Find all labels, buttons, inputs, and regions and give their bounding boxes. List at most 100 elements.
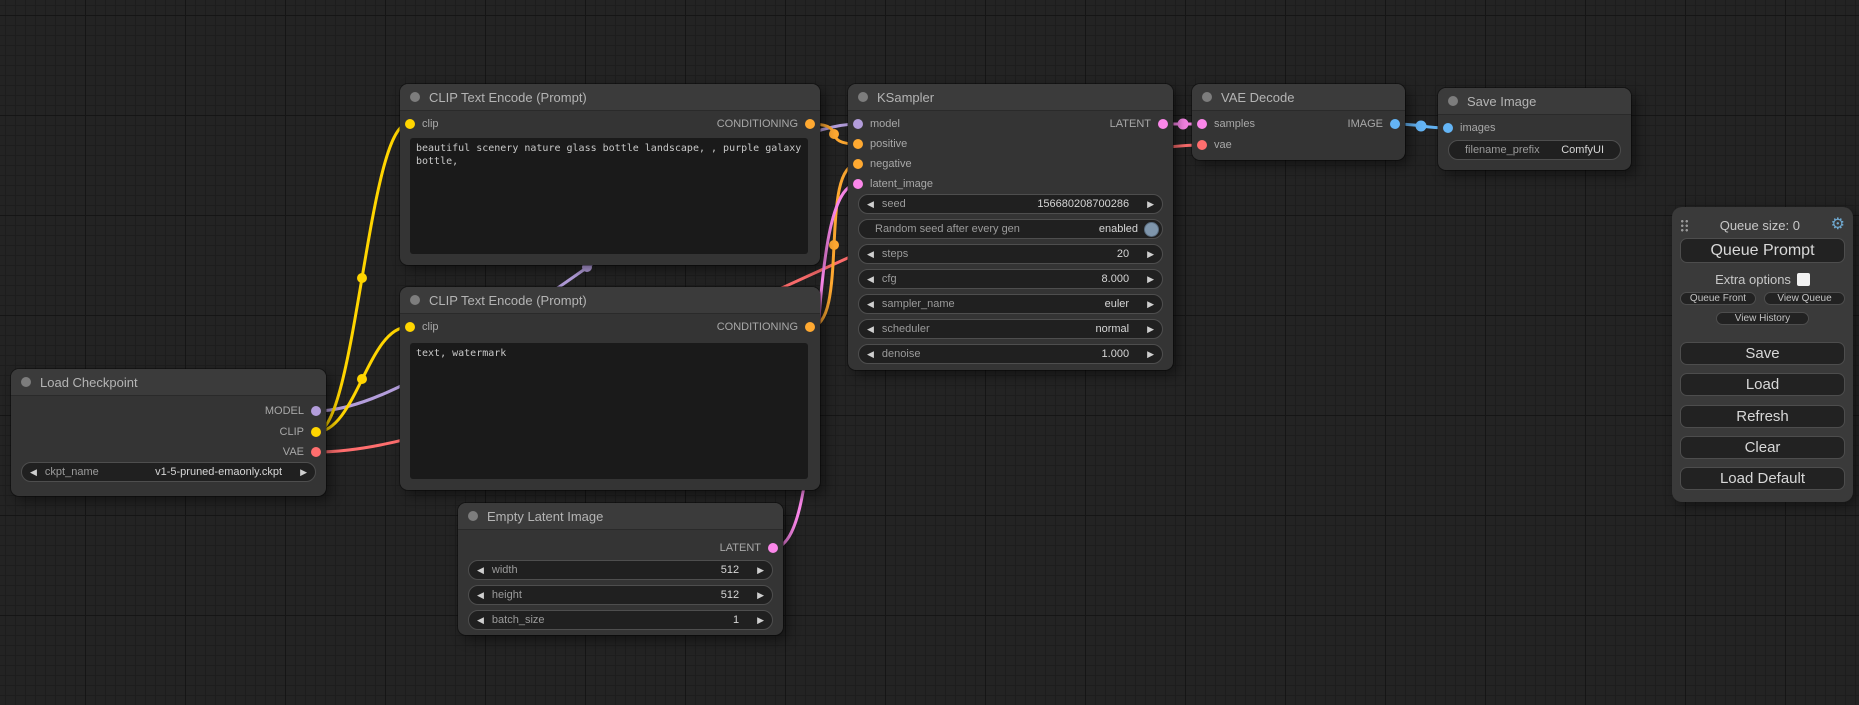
- collapse-dot-icon[interactable]: [1202, 92, 1212, 102]
- input-port-images[interactable]: images: [1443, 118, 1495, 138]
- widget-cfg[interactable]: ◀ cfg 8.000 ▶: [858, 269, 1163, 289]
- output-port-conditioning[interactable]: CONDITIONING: [717, 114, 815, 134]
- node-titlebar[interactable]: VAE Decode: [1192, 84, 1405, 111]
- queue-front-button[interactable]: Queue Front: [1680, 292, 1756, 305]
- widget-seed[interactable]: ◀ seed 156680208700286 ▶: [858, 194, 1163, 214]
- prompt-textarea[interactable]: beautiful scenery nature glass bottle la…: [410, 138, 808, 254]
- node-empty-latent-image[interactable]: Empty Latent Image LATENT ◀ width 512 ▶ …: [458, 503, 783, 635]
- input-port-clip[interactable]: clip: [405, 317, 439, 337]
- port-dot-conditioning[interactable]: [853, 139, 863, 149]
- node-titlebar[interactable]: KSampler: [848, 84, 1173, 111]
- input-port-model[interactable]: model: [853, 114, 900, 134]
- port-dot-latent[interactable]: [768, 543, 778, 553]
- increment-arrow-icon[interactable]: ▶: [1139, 344, 1162, 364]
- decrement-arrow-icon[interactable]: ◀: [859, 344, 882, 364]
- load-button[interactable]: Load: [1680, 373, 1845, 396]
- output-port-conditioning[interactable]: CONDITIONING: [717, 317, 815, 337]
- node-vae-decode[interactable]: VAE Decode samples vae IMAGE: [1192, 84, 1405, 160]
- collapse-dot-icon[interactable]: [858, 92, 868, 102]
- widget-steps[interactable]: ◀ steps 20 ▶: [858, 244, 1163, 264]
- drag-handle-icon[interactable]: [1680, 219, 1689, 232]
- output-port-image[interactable]: IMAGE: [1348, 114, 1400, 134]
- increment-arrow-icon[interactable]: ▶: [1139, 319, 1162, 339]
- decrement-arrow-icon[interactable]: ◀: [859, 244, 882, 264]
- widget-denoise[interactable]: ◀ denoise 1.000 ▶: [858, 344, 1163, 364]
- decrement-arrow-icon[interactable]: ◀: [859, 319, 882, 339]
- collapse-dot-icon[interactable]: [468, 511, 478, 521]
- port-dot-image[interactable]: [1390, 119, 1400, 129]
- port-dot-model[interactable]: [853, 119, 863, 129]
- node-titlebar[interactable]: Save Image: [1438, 88, 1631, 115]
- refresh-button[interactable]: Refresh: [1680, 405, 1845, 428]
- output-port-model[interactable]: MODEL: [265, 401, 321, 421]
- collapse-dot-icon[interactable]: [410, 295, 420, 305]
- input-port-clip[interactable]: clip: [405, 114, 439, 134]
- port-dot-clip[interactable]: [311, 427, 321, 437]
- port-dot-latent[interactable]: [1197, 119, 1207, 129]
- decrement-arrow-icon[interactable]: ◀: [469, 560, 492, 580]
- collapse-dot-icon[interactable]: [1448, 96, 1458, 106]
- gear-icon[interactable]: ⚙: [1831, 217, 1845, 233]
- increment-arrow-icon[interactable]: ▶: [1139, 244, 1162, 264]
- decrement-arrow-icon[interactable]: ◀: [469, 610, 492, 630]
- input-port-negative[interactable]: negative: [853, 154, 912, 174]
- port-dot-conditioning[interactable]: [805, 322, 815, 332]
- toggle-icon[interactable]: [1144, 222, 1159, 237]
- increment-arrow-icon[interactable]: ▶: [292, 462, 315, 482]
- decrement-arrow-icon[interactable]: ◀: [469, 585, 492, 605]
- increment-arrow-icon[interactable]: ▶: [1139, 269, 1162, 289]
- decrement-arrow-icon[interactable]: ◀: [859, 269, 882, 289]
- output-port-vae[interactable]: VAE: [283, 442, 321, 462]
- output-port-clip[interactable]: CLIP: [280, 422, 321, 442]
- port-dot-conditioning[interactable]: [805, 119, 815, 129]
- port-dot-image[interactable]: [1443, 123, 1453, 133]
- node-ksampler[interactable]: KSampler model positive negative latent_…: [848, 84, 1173, 370]
- widget-ckpt-name[interactable]: ◀ ckpt_name v1-5-pruned-emaonly.ckpt ▶: [21, 462, 316, 482]
- port-dot-clip[interactable]: [405, 322, 415, 332]
- port-dot-latent[interactable]: [853, 179, 863, 189]
- port-dot-vae[interactable]: [1197, 140, 1207, 150]
- node-clip-text-encode-negative[interactable]: CLIP Text Encode (Prompt) clip CONDITION…: [400, 287, 820, 490]
- port-dot-conditioning[interactable]: [853, 159, 863, 169]
- node-graph-canvas[interactable]: Load Checkpoint MODEL CLIP VAE ◀ ckpt_na…: [0, 0, 1859, 705]
- widget-scheduler[interactable]: ◀ scheduler normal ▶: [858, 319, 1163, 339]
- decrement-arrow-icon[interactable]: ◀: [859, 294, 882, 314]
- widget-width[interactable]: ◀ width 512 ▶: [468, 560, 773, 580]
- increment-arrow-icon[interactable]: ▶: [749, 610, 772, 630]
- port-dot-latent[interactable]: [1158, 119, 1168, 129]
- increment-arrow-icon[interactable]: ▶: [1139, 194, 1162, 214]
- widget-sampler-name[interactable]: ◀ sampler_name euler ▶: [858, 294, 1163, 314]
- input-port-latent-image[interactable]: latent_image: [853, 174, 933, 194]
- widget-filename-prefix[interactable]: filename_prefix ComfyUI: [1448, 140, 1621, 160]
- output-port-latent[interactable]: LATENT: [1110, 114, 1168, 134]
- node-titlebar[interactable]: CLIP Text Encode (Prompt): [400, 84, 820, 111]
- collapse-dot-icon[interactable]: [21, 377, 31, 387]
- node-clip-text-encode-positive[interactable]: CLIP Text Encode (Prompt) clip CONDITION…: [400, 84, 820, 265]
- node-titlebar[interactable]: Empty Latent Image: [458, 503, 783, 530]
- input-port-vae[interactable]: vae: [1197, 135, 1232, 155]
- clear-button[interactable]: Clear: [1680, 436, 1845, 459]
- save-button[interactable]: Save: [1680, 342, 1845, 365]
- widget-batch-size[interactable]: ◀ batch_size 1 ▶: [468, 610, 773, 630]
- output-port-latent[interactable]: LATENT: [720, 538, 778, 558]
- node-save-image[interactable]: Save Image images filename_prefix ComfyU…: [1438, 88, 1631, 170]
- port-dot-clip[interactable]: [405, 119, 415, 129]
- widget-random-seed[interactable]: Random seed after every gen enabled: [858, 219, 1163, 239]
- port-dot-vae[interactable]: [311, 447, 321, 457]
- port-dot-model[interactable]: [311, 406, 321, 416]
- view-history-button[interactable]: View History: [1716, 312, 1809, 325]
- increment-arrow-icon[interactable]: ▶: [749, 560, 772, 580]
- prompt-textarea[interactable]: text, watermark: [410, 343, 808, 479]
- view-queue-button[interactable]: View Queue: [1764, 292, 1845, 305]
- extra-options-checkbox[interactable]: [1797, 273, 1810, 286]
- decrement-arrow-icon[interactable]: ◀: [22, 462, 45, 482]
- decrement-arrow-icon[interactable]: ◀: [859, 194, 882, 214]
- node-load-checkpoint[interactable]: Load Checkpoint MODEL CLIP VAE ◀ ckpt_na…: [11, 369, 326, 496]
- collapse-dot-icon[interactable]: [410, 92, 420, 102]
- input-port-samples[interactable]: samples: [1197, 114, 1255, 134]
- increment-arrow-icon[interactable]: ▶: [1139, 294, 1162, 314]
- input-port-positive[interactable]: positive: [853, 134, 907, 154]
- widget-height[interactable]: ◀ height 512 ▶: [468, 585, 773, 605]
- load-default-button[interactable]: Load Default: [1680, 467, 1845, 490]
- node-titlebar[interactable]: Load Checkpoint: [11, 369, 326, 396]
